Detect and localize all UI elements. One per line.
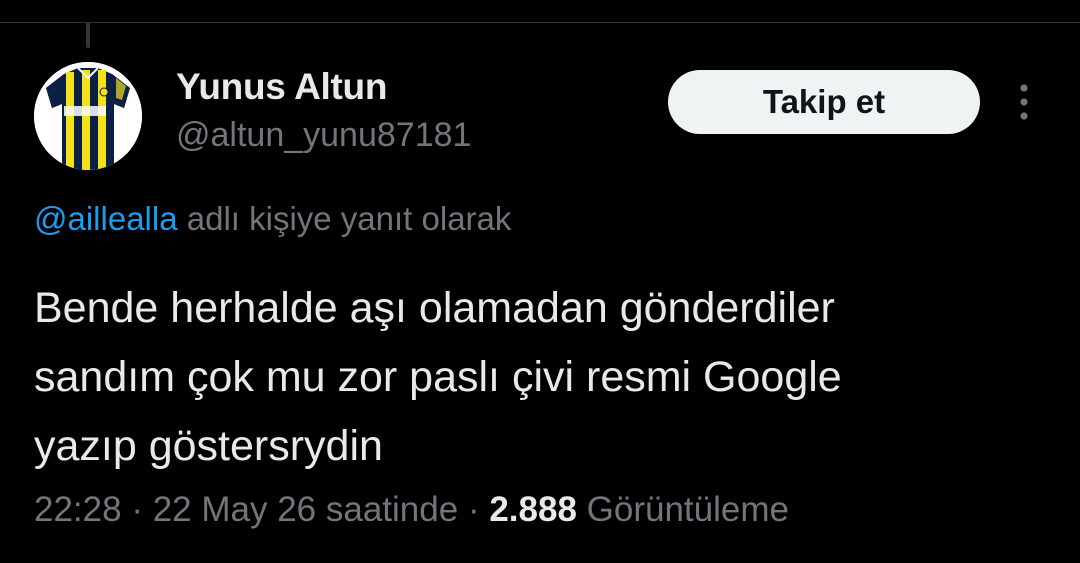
top-divider <box>0 22 1080 23</box>
author-display-name[interactable]: Yunus Altun <box>176 66 387 108</box>
follow-button[interactable]: Takip et <box>668 70 980 134</box>
meta-separator: · <box>131 490 143 529</box>
tweet-text-line: sandım çok mu zor paslı çivi resmi Googl… <box>34 353 842 401</box>
tweet-detail: Yunus Altun @altun_yunu87181 Takip et @a… <box>0 0 1080 563</box>
author-handle[interactable]: @altun_yunu87181 <box>176 116 471 155</box>
fenerbahce-jersey-avatar-icon <box>34 62 142 170</box>
more-options-button[interactable] <box>1004 80 1044 124</box>
views-count[interactable]: 2.888 <box>489 490 577 529</box>
tweet-date[interactable]: 22 May 26 saatinde <box>153 490 458 529</box>
avatar[interactable] <box>34 62 142 170</box>
more-vertical-icon <box>1020 84 1028 120</box>
tweet-text-line: yazıp göstersrydin <box>34 422 383 470</box>
thread-connector-line <box>86 22 90 48</box>
tweet-text-line: Bende herhalde aşı olamadan gönderdiler <box>34 284 835 332</box>
tweet-meta: 22:28 · 22 May 26 saatinde · 2.888 Görün… <box>34 490 789 530</box>
reply-context-text: adlı kişiye yanıt olarak <box>186 200 512 237</box>
tweet-time[interactable]: 22:28 <box>34 490 122 529</box>
reply-context: @aillealla adlı kişiye yanıt olarak <box>34 200 511 238</box>
views-label: Görüntüleme <box>586 490 789 529</box>
tweet-text: Bende herhalde aşı olamadan gönderdiler … <box>34 274 1044 481</box>
meta-separator: · <box>467 490 480 529</box>
reply-mention-link[interactable]: @aillealla <box>34 200 178 237</box>
